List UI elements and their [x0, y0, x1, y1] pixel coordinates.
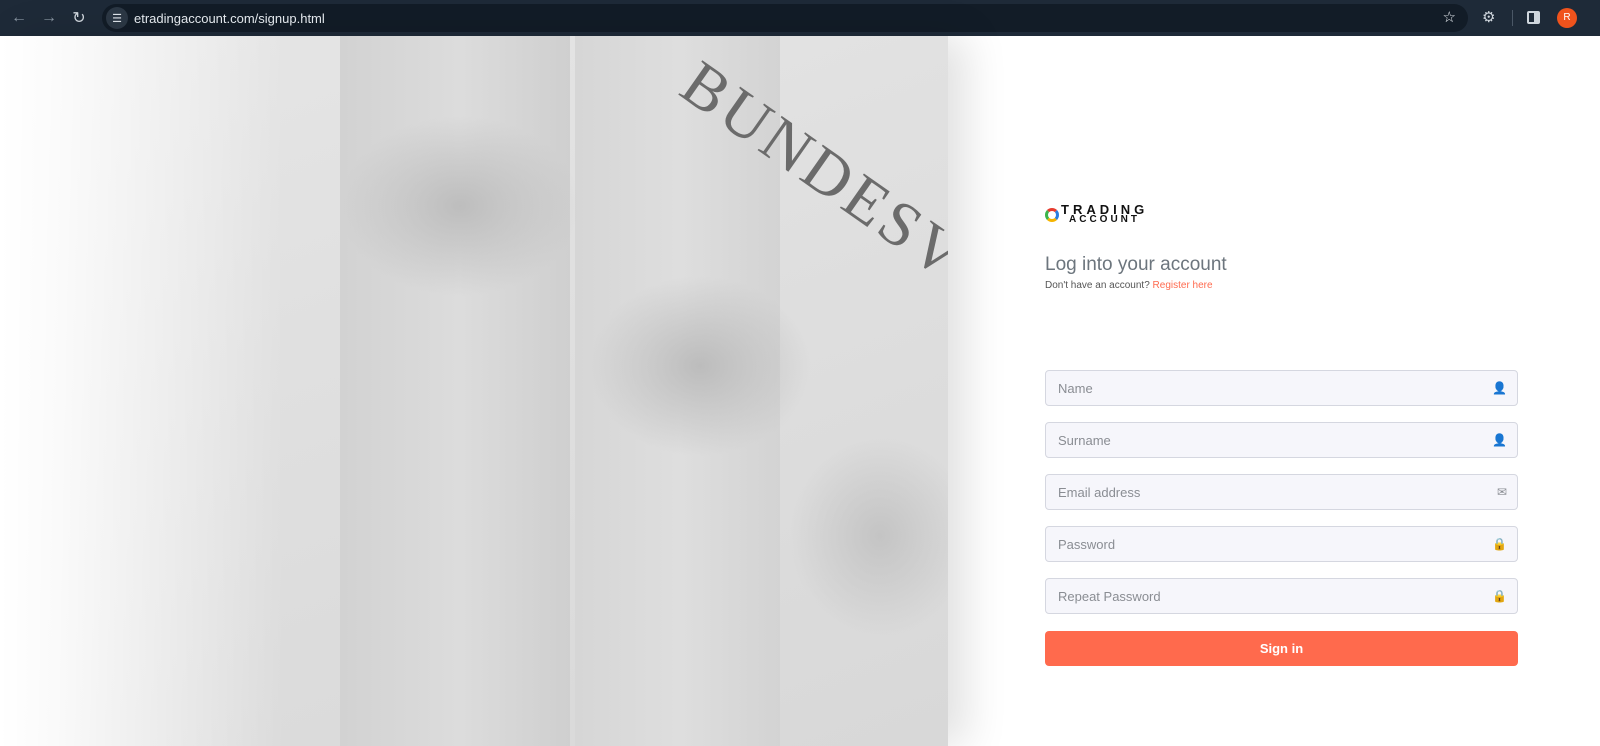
register-prompt-text: Don't have an account?: [1045, 280, 1150, 291]
register-prompt: Don't have an account? Register here: [1045, 280, 1518, 291]
sign-in-button[interactable]: Sign in: [1045, 631, 1518, 666]
page-title: Log into your account: [1045, 254, 1227, 275]
user-icon: 👤: [1492, 433, 1507, 447]
repeat-password-input[interactable]: [1046, 579, 1517, 613]
site-settings-icon[interactable]: ☰: [106, 7, 128, 29]
reload-icon[interactable]: ↻: [64, 8, 94, 28]
email-field: ✉: [1045, 474, 1518, 510]
browser-toolbar: ← → ↻ ☰ etradingaccount.com/signup.html …: [0, 0, 1600, 36]
hero-image: BUNDESVE: [0, 36, 948, 746]
url-text[interactable]: etradingaccount.com/signup.html: [134, 11, 325, 26]
surname-input[interactable]: [1046, 423, 1517, 457]
password-field: 🔒: [1045, 526, 1518, 562]
logo-line2: ACCOUNT: [1069, 214, 1140, 225]
user-icon: 👤: [1492, 381, 1507, 395]
name-field: 👤: [1045, 370, 1518, 406]
signup-form: 👤 👤 ✉ 🔒 🔒: [1045, 370, 1518, 630]
name-input[interactable]: [1046, 371, 1517, 405]
email-input[interactable]: [1046, 475, 1517, 509]
bookmark-star-icon[interactable]: ☆: [1443, 8, 1456, 26]
login-header: TRADING ACCOUNT Log into your account Do…: [1045, 200, 1518, 291]
lock-icon: 🔒: [1492, 537, 1507, 551]
extensions-icon[interactable]: ⚙: [1482, 8, 1495, 26]
forward-icon[interactable]: →: [34, 9, 64, 27]
password-input[interactable]: [1046, 527, 1517, 561]
register-link[interactable]: Register here: [1153, 280, 1213, 291]
back-icon[interactable]: ←: [4, 9, 34, 27]
logo-swirl-icon: [1045, 208, 1059, 222]
profile-avatar[interactable]: R: [1557, 8, 1577, 28]
side-panel-icon[interactable]: [1527, 11, 1540, 24]
logo: TRADING ACCOUNT: [1045, 200, 1518, 230]
envelope-icon: ✉: [1496, 485, 1507, 499]
lock-icon: 🔒: [1492, 589, 1507, 603]
toolbar-divider: [1512, 10, 1513, 26]
repeat-password-field: 🔒: [1045, 578, 1518, 614]
surname-field: 👤: [1045, 422, 1518, 458]
address-bar[interactable]: ☰ etradingaccount.com/signup.html ☆: [102, 4, 1468, 32]
building-engraving: BUNDESVE: [668, 46, 948, 320]
